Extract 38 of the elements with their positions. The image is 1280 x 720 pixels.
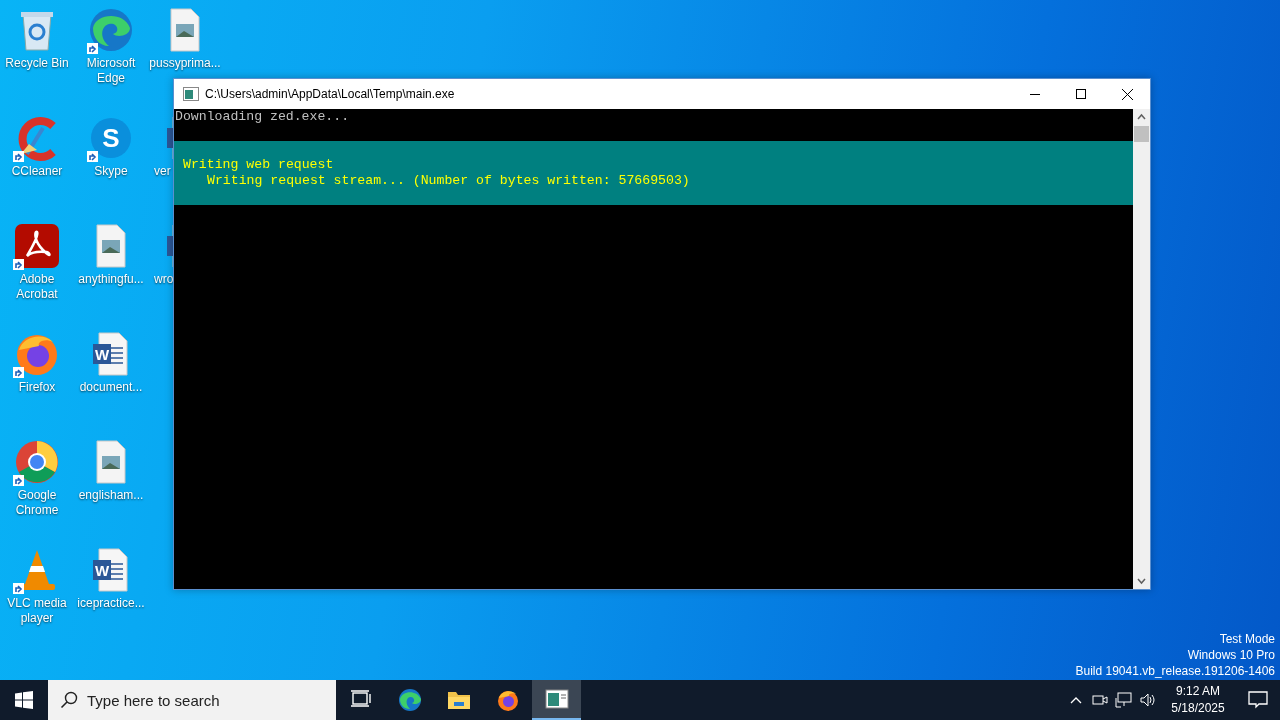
taskbar-app-button[interactable]: [532, 680, 581, 720]
time-text: 9:12 AM: [1176, 683, 1220, 700]
window-title: C:\Users\admin\AppData\Local\Temp\main.exe: [205, 86, 455, 103]
system-info-text: Windows 10 Pro: [1186, 647, 1275, 663]
acrobat-icon[interactable]: [13, 222, 61, 270]
scroll-thumb[interactable]: [1134, 126, 1149, 142]
desktop-icon-label[interactable]: Skype: [94, 164, 128, 179]
chrome-icon[interactable]: [13, 438, 61, 486]
desktop-icon-label[interactable]: Firefox: [18, 380, 56, 395]
console-text: Writing request stream... (Number of bytes written: 57669503): [206, 173, 691, 189]
desktop-icon-label[interactable]: ver: [154, 164, 171, 179]
console-icon: [183, 87, 199, 101]
clock[interactable]: 9:12 AM 5/18/2025: [1160, 683, 1236, 717]
console-text: Writing web request: [183, 157, 335, 173]
system-info-text: Test Mode: [1218, 631, 1275, 647]
date-text: 5/18/2025: [1171, 700, 1225, 717]
desktop-icon-label[interactable]: Google Chrome: [0, 488, 74, 518]
desktop-icon-label[interactable]: Adobe Acrobat: [0, 272, 74, 302]
desktop-icon-label[interactable]: englisham...: [78, 488, 144, 503]
system-info-text: Build 19041.vb_release.191206-1406: [1075, 663, 1275, 679]
close-icon: [1121, 88, 1133, 100]
desktop-icon-label[interactable]: CCleaner: [11, 164, 63, 179]
desktop-icon-label[interactable]: Recycle Bin: [5, 56, 69, 71]
desktop-icon-label[interactable]: Microsoft Edge: [74, 56, 148, 86]
start-icon: [15, 691, 33, 709]
desktop-icon-label[interactable]: pussyprima...: [149, 56, 221, 71]
edge-icon[interactable]: [87, 6, 135, 54]
console-text: Downloading zed.exe...: [174, 109, 351, 125]
desktop-icon-label[interactable]: icepractice...: [77, 596, 145, 611]
search-field[interactable]: Type here to search: [48, 680, 336, 720]
desktop-icon-label[interactable]: VLC media player: [0, 596, 74, 626]
desktop-icon-label[interactable]: anythingfu...: [78, 272, 144, 287]
firefox-icon: [495, 688, 520, 712]
desktop-icon-label[interactable]: document...: [79, 380, 143, 395]
edge-icon: [397, 688, 422, 712]
maximize-icon: [1076, 89, 1086, 99]
console-icon: [544, 687, 569, 711]
desktop-icon-label[interactable]: wro: [154, 272, 174, 287]
